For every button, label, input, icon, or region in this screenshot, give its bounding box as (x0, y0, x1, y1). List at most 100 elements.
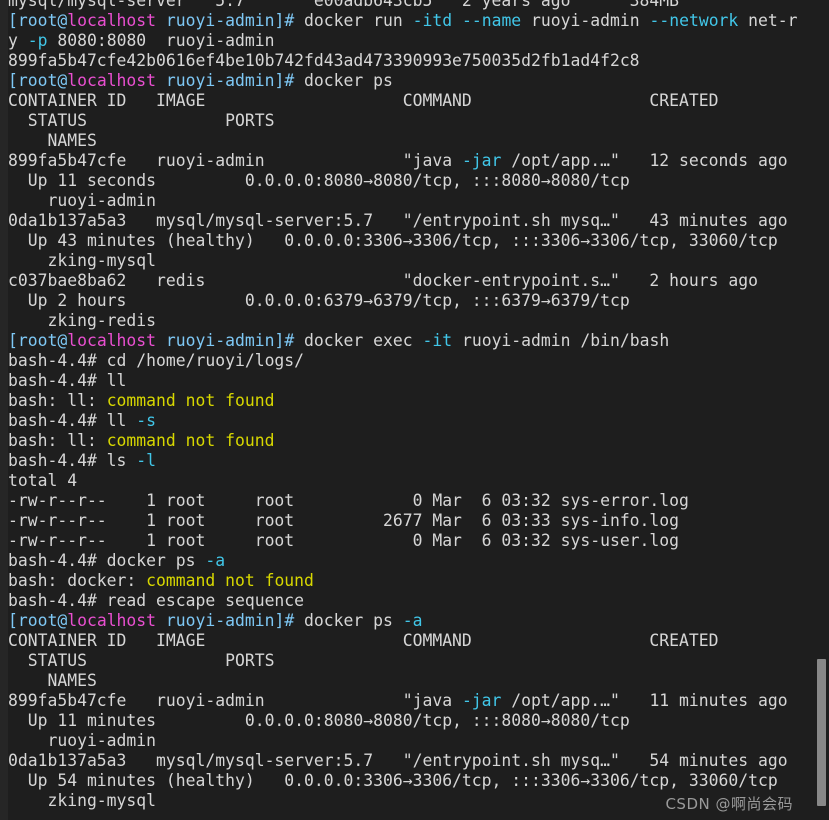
line-21-bash-ll-s-seg-1: -s (136, 411, 157, 430)
line-13-row-mysql-name-seg-0: zking-mysql (8, 251, 157, 270)
line-06-header-2-seg-0: STATUS PORTS (8, 111, 275, 130)
line-06-header-2: STATUS PORTS (8, 111, 814, 131)
line-28-bash-docker-ps-a-seg-0: bash-4.4# docker ps (8, 551, 206, 570)
line-22-err-ll-2-seg-1: command not found (106, 431, 275, 450)
line-01-prompt-docker-run-seg-7: ruoyi-admin (521, 11, 650, 30)
line-01-prompt-docker-run-seg-8: --network (649, 11, 739, 30)
line-23-bash-ls-l-seg-1: -l (136, 451, 157, 470)
line-04-prompt-docker-ps: [root@localhost ruoyi-admin]# docker ps (8, 71, 814, 91)
line-01-prompt-docker-run-seg-2: ruoyi-admin]# (156, 11, 295, 30)
line-07-header-3-seg-0: NAMES (8, 131, 97, 150)
line-15-row-redis-status-seg-0: Up 2 hours 0.0.0.0:6379→6379/tcp, :::637… (8, 291, 630, 310)
line-17-prompt-docker-exec-seg-3: docker exec (294, 331, 423, 350)
line-12-row-mysql-status-seg-0: Up 43 minutes (healthy) 0.0.0.0:3306→330… (8, 231, 778, 250)
line-27-file-sys-user-seg-0: -rw-r--r-- 1 root root 0 Mar 6 03:32 sys… (8, 531, 680, 550)
line-01-prompt-docker-run: [root@localhost ruoyi-admin]# docker run… (8, 11, 814, 31)
line-29-err-docker: bash: docker: command not found (8, 571, 814, 591)
line-01-prompt-docker-run-seg-0: [root@ (8, 11, 68, 30)
line-20-err-ll-1: bash: ll: command not found (8, 391, 814, 411)
line-12-row-mysql-status: Up 43 minutes (healthy) 0.0.0.0:3306→330… (8, 231, 814, 251)
line-35-row2-ruoyi-admin-seg-2: /opt/app.…" 11 minutes ago (501, 691, 788, 710)
line-01-prompt-docker-run-seg-6: --name (461, 11, 522, 30)
line-23-bash-ls-l-seg-0: bash-4.4# ls (8, 451, 137, 470)
line-25-file-sys-error-seg-0: -rw-r--r-- 1 root root 0 Mar 6 03:32 sys… (8, 491, 689, 510)
line-37-row2-ruoyi-admin-name: ruoyi-admin (8, 731, 814, 751)
line-04-prompt-docker-ps-seg-3: docker ps (294, 71, 393, 90)
line-25-file-sys-error: -rw-r--r-- 1 root root 0 Mar 6 03:32 sys… (8, 491, 814, 511)
line-02-docker-run-wrap-seg-1: -p (27, 31, 48, 50)
line-08-row-ruoyi-admin-seg-0: 899fa5b47cfe ruoyi-admin "java (8, 151, 462, 170)
line-31-prompt-docker-ps-a: [root@localhost ruoyi-admin]# docker ps … (8, 611, 814, 631)
line-22-err-ll-2: bash: ll: command not found (8, 431, 814, 451)
line-39-row2-mysql-status-seg-0: Up 54 minutes (healthy) 0.0.0.0:3306→330… (8, 771, 778, 790)
line-18-bash-cd: bash-4.4# cd /home/ruoyi/logs/ (8, 351, 814, 371)
line-26-file-sys-info: -rw-r--r-- 1 root root 2677 Mar 6 03:33 … (8, 511, 814, 531)
line-21-bash-ll-s: bash-4.4# ll -s (8, 411, 814, 431)
line-10-row-ruoyi-admin-name: ruoyi-admin (8, 191, 814, 211)
line-31-prompt-docker-ps-a-seg-3: docker ps (294, 611, 403, 630)
line-29-err-docker-seg-0: bash: docker: (8, 571, 147, 590)
line-05-header-1-seg-0: CONTAINER ID IMAGE COMMAND CREATED (8, 91, 719, 110)
line-01-prompt-docker-run-seg-9: net-r (738, 11, 798, 30)
line-40-row2-mysql-name-seg-0: zking-mysql (8, 791, 157, 810)
line-26-file-sys-info-seg-0: -rw-r--r-- 1 root root 2677 Mar 6 03:33 … (8, 511, 680, 530)
line-02-docker-run-wrap: y -p 8080:8080 ruoyi-admin (8, 31, 814, 51)
line-33-header2-2: STATUS PORTS (8, 651, 814, 671)
line-29-err-docker-seg-1: command not found (146, 571, 314, 590)
line-03-container-hash: 899fa5b47cfe42b0616ef4be10b742fd43ad4733… (8, 51, 814, 71)
line-17-prompt-docker-exec-seg-2: ruoyi-admin]# (156, 331, 295, 350)
line-37-row2-ruoyi-admin-name-seg-0: ruoyi-admin (8, 731, 157, 750)
line-01-prompt-docker-run-seg-5 (452, 11, 462, 30)
line-21-bash-ll-s-seg-0: bash-4.4# ll (8, 411, 137, 430)
line-04-prompt-docker-ps-seg-0: [root@ (8, 71, 68, 90)
line-18-bash-cd-seg-0: bash-4.4# cd /home/ruoyi/logs/ (8, 351, 305, 370)
line-01-prompt-docker-run-seg-4: -itd (412, 11, 453, 30)
line-39-row2-mysql-status: Up 54 minutes (healthy) 0.0.0.0:3306→330… (8, 771, 814, 791)
line-23-bash-ls-l: bash-4.4# ls -l (8, 451, 814, 471)
line-36-row2-ruoyi-admin-status-seg-0: Up 11 minutes 0.0.0.0:8080→8080/tcp, :::… (8, 711, 630, 730)
line-28-bash-docker-ps-a-seg-1: -a (205, 551, 226, 570)
line-31-prompt-docker-ps-a-seg-2: ruoyi-admin]# (156, 611, 295, 630)
line-35-row2-ruoyi-admin-seg-1: -jar (461, 691, 502, 710)
line-02-docker-run-wrap-seg-2: 8080:8080 ruoyi-admin (47, 31, 275, 50)
line-04-prompt-docker-ps-seg-2: ruoyi-admin]# (156, 71, 295, 90)
line-19-bash-ll: bash-4.4# ll (8, 371, 814, 391)
line-34-header2-3: NAMES (8, 671, 814, 691)
line-19-bash-ll-seg-0: bash-4.4# ll (8, 371, 127, 390)
line-16-row-redis-name-seg-0: zking-redis (8, 311, 157, 330)
line-28-bash-docker-ps-a: bash-4.4# docker ps -a (8, 551, 814, 571)
line-04-prompt-docker-ps-seg-1: localhost (67, 71, 157, 90)
line-02-docker-run-wrap-seg-0: y (8, 31, 28, 50)
line-08-row-ruoyi-admin-seg-2: /opt/app.…" 12 seconds ago (501, 151, 788, 170)
line-09-row-ruoyi-admin-status: Up 11 seconds 0.0.0.0:8080→8080/tcp, :::… (8, 171, 814, 191)
line-17-prompt-docker-exec: [root@localhost ruoyi-admin]# docker exe… (8, 331, 814, 351)
line-33-header2-2-seg-0: STATUS PORTS (8, 651, 275, 670)
line-03-container-hash-seg-0: 899fa5b47cfe42b0616ef4be10b742fd43ad4733… (8, 51, 640, 70)
line-09-row-ruoyi-admin-status-seg-0: Up 11 seconds 0.0.0.0:8080→8080/tcp, :::… (8, 171, 630, 190)
line-17-prompt-docker-exec-seg-1: localhost (67, 331, 157, 350)
line-32-header2-1-seg-0: CONTAINER ID IMAGE COMMAND CREATED (8, 631, 719, 650)
line-15-row-redis-status: Up 2 hours 0.0.0.0:6379→6379/tcp, :::637… (8, 291, 814, 311)
line-38-row2-mysql: 0da1b137a5a3 mysql/mysql-server:5.7 "/en… (8, 751, 814, 771)
line-17-prompt-docker-exec-seg-0: [root@ (8, 331, 68, 350)
line-11-row-mysql: 0da1b137a5a3 mysql/mysql-server:5.7 "/en… (8, 211, 814, 231)
line-31-prompt-docker-ps-a-seg-0: [root@ (8, 611, 68, 630)
line-20-err-ll-1-seg-0: bash: ll: (8, 391, 107, 410)
line-17-prompt-docker-exec-seg-4: -it (422, 331, 453, 350)
line-08-row-ruoyi-admin-seg-1: -jar (461, 151, 502, 170)
line-20-err-ll-1-seg-1: command not found (106, 391, 275, 410)
line-38-row2-mysql-seg-0: 0da1b137a5a3 mysql/mysql-server:5.7 "/en… (8, 751, 788, 770)
terminal-left-gutter (0, 0, 8, 820)
line-35-row2-ruoyi-admin: 899fa5b47cfe ruoyi-admin "java -jar /opt… (8, 691, 814, 711)
line-08-row-ruoyi-admin: 899fa5b47cfe ruoyi-admin "java -jar /opt… (8, 151, 814, 171)
terminal-scrollbar-track[interactable] (814, 0, 829, 820)
line-24-total: total 4 (8, 471, 814, 491)
line-22-err-ll-2-seg-0: bash: ll: (8, 431, 107, 450)
terminal-scrollbar-thumb[interactable] (817, 659, 826, 806)
terminal-window[interactable]: mysql/mysql-server 5.7 e00adb643cb5 2 ye… (0, 0, 829, 820)
line-32-header2-1: CONTAINER ID IMAGE COMMAND CREATED (8, 631, 814, 651)
terminal-screen[interactable]: mysql/mysql-server 5.7 e00adb643cb5 2 ye… (8, 0, 814, 820)
line-11-row-mysql-seg-0: 0da1b137a5a3 mysql/mysql-server:5.7 "/en… (8, 211, 788, 230)
line-27-file-sys-user: -rw-r--r-- 1 root root 0 Mar 6 03:32 sys… (8, 531, 814, 551)
line-34-header2-3-seg-0: NAMES (8, 671, 97, 690)
